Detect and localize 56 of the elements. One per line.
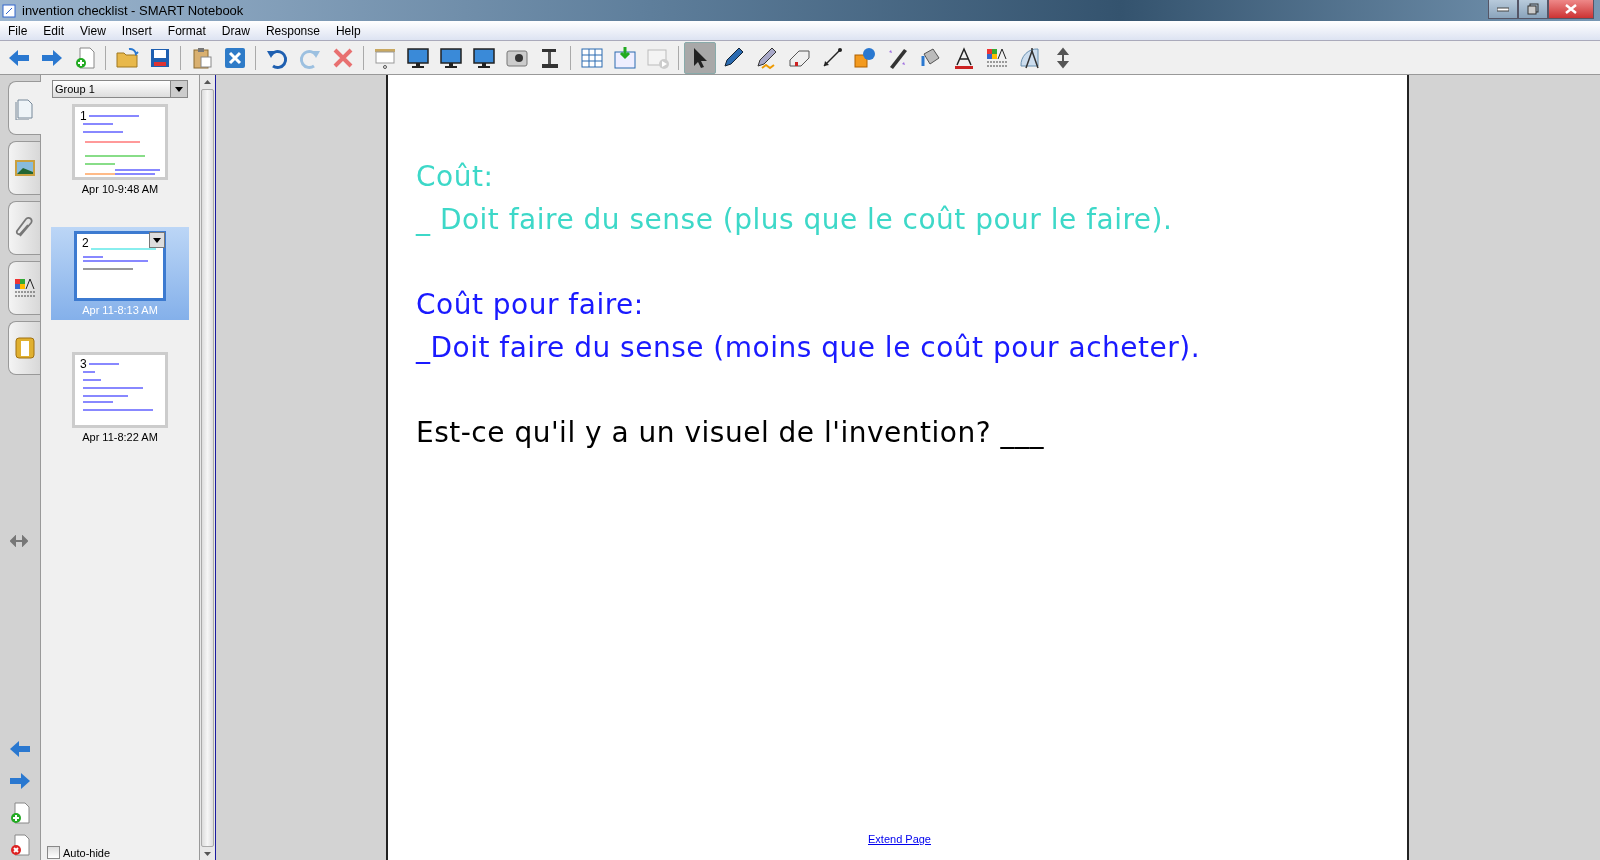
restore-button[interactable] bbox=[1518, 0, 1548, 19]
page-timestamp: Apr 10-9:48 AM bbox=[81, 183, 159, 195]
monitor-icon bbox=[471, 45, 496, 70]
monitor-icon bbox=[405, 45, 430, 70]
toolbar-button[interactable] bbox=[683, 41, 716, 74]
resize-arrows-icon[interactable] bbox=[10, 535, 28, 547]
import-icon bbox=[612, 45, 637, 70]
page-timestamp: Apr 11-8:13 AM bbox=[82, 304, 158, 316]
menu-item[interactable]: File bbox=[0, 23, 36, 38]
page-number: 2 bbox=[82, 236, 89, 250]
dropdown-arrow-icon bbox=[153, 237, 161, 243]
dropdown-arrow-icon bbox=[175, 86, 183, 92]
page-text: Coût pour faire: bbox=[416, 287, 645, 323]
side-tab[interactable] bbox=[8, 201, 40, 255]
table-icon bbox=[579, 45, 604, 70]
shapes-icon bbox=[852, 45, 877, 70]
compass-icon bbox=[1017, 45, 1042, 70]
close-button[interactable] bbox=[1548, 0, 1594, 19]
page-number: 3 bbox=[80, 357, 87, 371]
side-tab[interactable] bbox=[8, 141, 40, 195]
page-text: Coût: bbox=[416, 159, 495, 195]
window-title: invention checklist - SMART Notebook bbox=[22, 3, 244, 18]
page-timestamp: Apr 11-8:22 AM bbox=[82, 431, 158, 443]
folder-icon bbox=[114, 45, 139, 70]
page-thumbnail[interactable]: 2 Apr 11-8:13 AM bbox=[51, 227, 189, 320]
scroll-down-icon[interactable] bbox=[204, 852, 211, 856]
scrollbar[interactable] bbox=[199, 75, 216, 860]
clicker-icon bbox=[12, 336, 37, 360]
page-text: _ Doit faire du sense (plus que le coût pour le faire). bbox=[416, 202, 1174, 238]
menu-item[interactable]: View bbox=[72, 23, 114, 38]
page-text: _Doit faire du sense (moins que le coût pour acheter). bbox=[416, 330, 1202, 366]
properties-icon bbox=[12, 276, 37, 300]
app-icon bbox=[2, 3, 16, 18]
side-tab[interactable] bbox=[8, 321, 40, 375]
group-dropdown[interactable]: Group 1 bbox=[52, 80, 188, 98]
menu-item[interactable]: Insert bbox=[113, 23, 160, 38]
menu-item[interactable]: Format bbox=[159, 23, 214, 38]
minimize-icon bbox=[1497, 6, 1509, 12]
close-box-icon bbox=[222, 45, 247, 70]
page-text: Est-ce qu'il y a un visuel de l'invention? ___ bbox=[416, 415, 1045, 451]
checkbox[interactable] bbox=[47, 846, 60, 859]
minimize-button[interactable] bbox=[1488, 0, 1518, 19]
menu-item[interactable]: Help bbox=[327, 23, 369, 38]
side-tab[interactable] bbox=[8, 261, 40, 315]
add-page-icon bbox=[8, 801, 32, 825]
menu-item[interactable]: Edit bbox=[35, 23, 73, 38]
extend-page-link[interactable]: Extend Page bbox=[868, 833, 931, 845]
delete-page-icon[interactable] bbox=[8, 833, 32, 857]
monitor-icon bbox=[438, 45, 463, 70]
scroll-up-icon[interactable] bbox=[204, 80, 211, 84]
menu-item[interactable]: Draw bbox=[213, 23, 258, 38]
checkbox-label: Auto-hide bbox=[63, 846, 111, 859]
page-number: 1 bbox=[80, 109, 87, 123]
close-icon bbox=[1565, 4, 1577, 14]
menu-item[interactable]: Response bbox=[257, 23, 328, 38]
restore-icon bbox=[1527, 3, 1539, 15]
